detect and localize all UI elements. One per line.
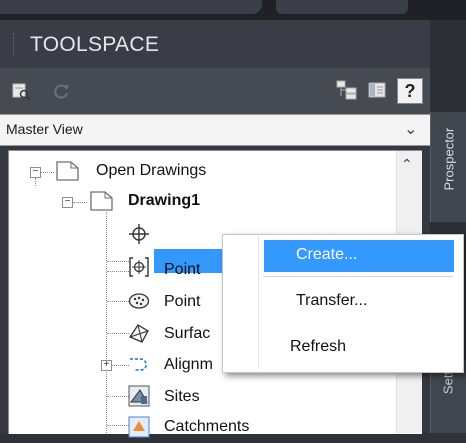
surface-icon xyxy=(128,322,150,349)
tree-line xyxy=(107,301,129,302)
tree-line xyxy=(107,396,129,397)
help-icon[interactable]: ? xyxy=(397,78,423,104)
refresh-icon[interactable] xyxy=(52,82,70,105)
tree-line xyxy=(35,178,36,186)
point-group-icon xyxy=(128,256,150,283)
magnify-select-icon[interactable] xyxy=(12,82,32,105)
document-tab[interactable] xyxy=(0,0,262,14)
document-tab-secondary[interactable] xyxy=(276,0,408,14)
expand-toggle[interactable]: + xyxy=(101,360,112,371)
point-cloud-icon xyxy=(128,289,150,316)
panel-toggle-icon[interactable] xyxy=(368,81,386,104)
menu-item-transfer[interactable]: Transfer... xyxy=(296,292,367,310)
chevron-down-icon[interactable]: ⌄ xyxy=(404,119,417,139)
tree-layout-icon[interactable] xyxy=(336,80,358,105)
view-selector-value: Master View xyxy=(6,121,83,137)
tree-line xyxy=(40,172,54,173)
points-icon xyxy=(128,223,150,250)
tree-item-label: Point xyxy=(164,293,201,310)
drag-grip[interactable] xyxy=(13,33,17,55)
folder-doc-icon xyxy=(56,160,80,187)
tree-item-label: Open Drawings xyxy=(96,162,207,179)
menu-item-create[interactable]: Create... xyxy=(296,246,357,264)
expand-toggle[interactable]: − xyxy=(62,197,73,208)
tree-item-label: Sites xyxy=(164,388,200,405)
sites-icon xyxy=(128,385,150,412)
catchments-icon xyxy=(128,416,150,443)
tree-line xyxy=(107,333,129,334)
menu-separator xyxy=(263,276,453,277)
scroll-up-icon[interactable]: ⌃ xyxy=(401,156,413,173)
tree-line xyxy=(106,212,107,433)
help-label: ? xyxy=(404,81,416,101)
tree-line xyxy=(107,271,129,272)
tree-item-label: Points xyxy=(164,225,209,242)
tree-line xyxy=(107,425,129,426)
tree-item-label: Point xyxy=(164,261,201,278)
expand-toggle[interactable]: − xyxy=(30,167,41,178)
tab-prospector-label: Prospector xyxy=(441,127,457,191)
tree-item-label: Catchments xyxy=(164,418,250,435)
tree-item-label: Alignm xyxy=(164,356,213,373)
toolspace-toolbar: ? xyxy=(0,68,430,114)
menu-item-highlight xyxy=(264,240,454,272)
drawing-doc-icon xyxy=(90,190,114,217)
alignment-icon xyxy=(128,353,150,380)
context-menu-gutter xyxy=(258,236,259,369)
tree-item-label: Drawing1 xyxy=(128,192,201,209)
tree-line xyxy=(73,202,87,203)
tree-line xyxy=(107,261,129,262)
menu-item-refresh[interactable]: Refresh xyxy=(290,338,346,356)
toolspace-title: TOOLSPACE xyxy=(30,33,160,56)
tree-item-label: Surfac xyxy=(164,325,211,342)
